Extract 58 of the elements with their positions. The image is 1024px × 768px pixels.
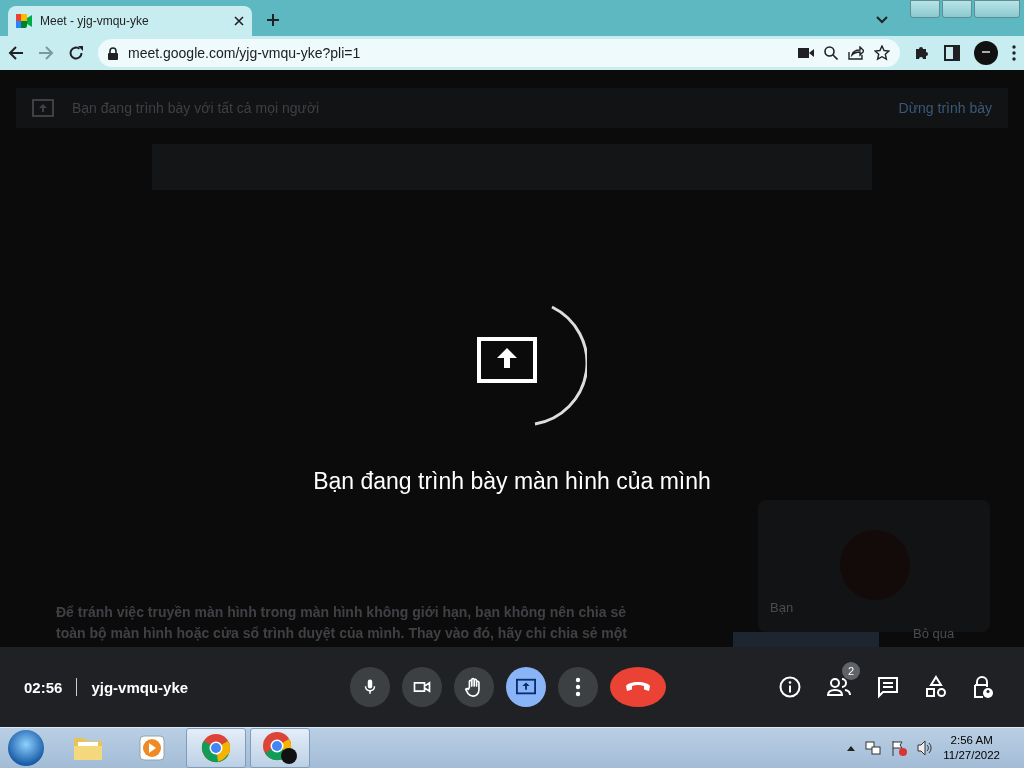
lock-icon — [108, 46, 118, 60]
warning-paragraph: Để tránh việc truyền màn hình trong màn hình không giới hạn, bạn không nên chia sẻ toàn bộ màn hình hoặc cửa sổ trình duyệt của mình. Thay vào đó, hãy chỉ chia sẻ một — [56, 603, 627, 643]
new-tab-icon[interactable] — [266, 13, 280, 27]
leave-call-button[interactable] — [610, 667, 666, 707]
raise-hand-button[interactable] — [454, 667, 494, 707]
shapes-icon — [924, 675, 948, 699]
media-player-icon — [138, 734, 166, 762]
participant-name: Bạn — [770, 600, 794, 615]
present-screen-icon — [32, 99, 54, 117]
browser-tab[interactable]: Meet - yjg-vmqu-yke — [8, 6, 252, 36]
taskbar-clock[interactable]: 2:56 AM 11/27/2022 — [943, 733, 1000, 763]
chat-button[interactable] — [876, 675, 900, 699]
network-icon[interactable] — [865, 740, 882, 756]
back-arrow-icon[interactable] — [8, 45, 24, 61]
people-icon — [826, 676, 852, 698]
microphone-button[interactable] — [350, 667, 390, 707]
taskbar-app[interactable] — [250, 728, 310, 768]
people-button[interactable] — [826, 676, 852, 698]
start-button[interactable] — [8, 730, 44, 766]
star-icon[interactable] — [874, 45, 890, 61]
presenting-message: Bạn đang trình bày màn hình của mình — [313, 468, 711, 495]
chat-icon — [876, 675, 900, 699]
info-icon — [778, 675, 802, 699]
meeting-code: yjg-vmqu-yke — [91, 678, 189, 696]
present-button[interactable] — [506, 667, 546, 707]
reload-icon[interactable] — [68, 45, 84, 61]
puzzle-icon[interactable] — [914, 45, 930, 61]
host-controls-button[interactable] — [972, 675, 994, 699]
present-screen-icon — [515, 677, 537, 697]
search-icon[interactable] — [824, 46, 838, 60]
tab-title: Meet - yjg-vmqu-yke — [40, 14, 150, 28]
call-time: 02:56 — [24, 678, 63, 696]
close-icon[interactable] — [234, 16, 244, 26]
chrome-icon — [201, 733, 231, 763]
url-text: meet.google.com/yjg-vmqu-yke?pli=1 — [128, 45, 362, 61]
flag-icon[interactable] — [891, 740, 908, 756]
caret-up-icon[interactable] — [847, 745, 856, 751]
camera-button[interactable] — [402, 667, 442, 707]
share-icon[interactable] — [848, 46, 864, 60]
restore-button[interactable] — [942, 0, 972, 18]
count-badge: 2 — [842, 662, 860, 680]
activities-button[interactable] — [924, 675, 948, 699]
lock-person-icon — [972, 675, 994, 699]
minimize-button[interactable] — [910, 0, 940, 18]
address-bar[interactable]: meet.google.com/yjg-vmqu-yke?pli=1 — [98, 39, 900, 67]
meeting-details-button[interactable] — [778, 675, 802, 699]
chrome-with-avatar-icon — [262, 731, 298, 765]
side-panel-icon[interactable] — [944, 45, 960, 61]
speaker-icon[interactable] — [917, 740, 934, 756]
chevron-down-icon[interactable] — [876, 16, 888, 24]
more-options-icon — [575, 677, 581, 697]
hang-up-icon — [625, 681, 651, 693]
video-camera-icon[interactable] — [798, 47, 814, 59]
more-options-button[interactable] — [558, 667, 598, 707]
meet-logo-icon — [16, 14, 32, 28]
menu-icon[interactable] — [1012, 45, 1016, 61]
close-window-button[interactable] — [974, 0, 1020, 18]
avatar-icon[interactable] — [974, 41, 998, 65]
